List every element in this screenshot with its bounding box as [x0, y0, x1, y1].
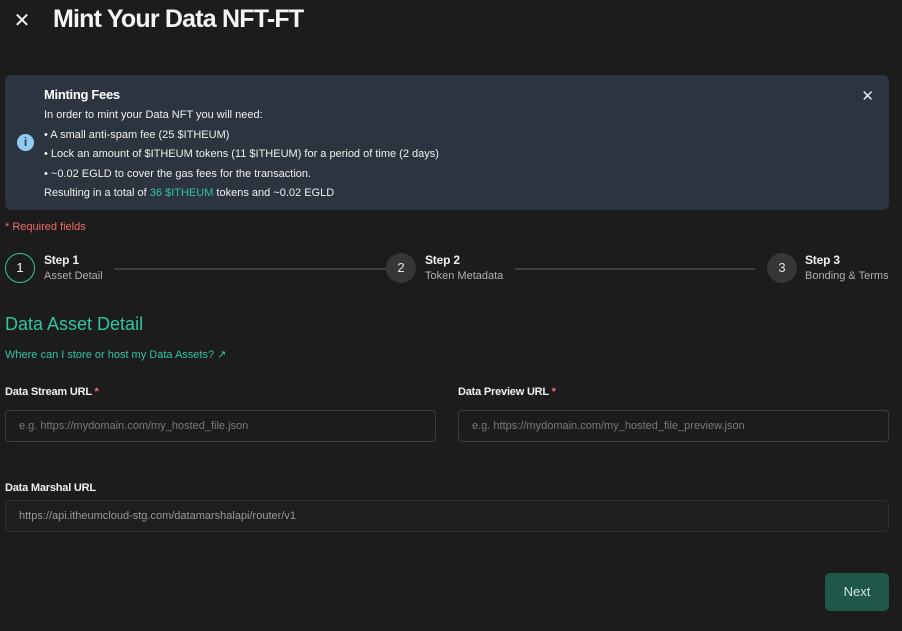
- step-3-description: Bonding & Terms: [805, 270, 889, 282]
- section-title: Data Asset Detail: [5, 314, 144, 334]
- step-2-description: Token Metadata: [425, 270, 504, 282]
- total-suffix: tokens and ~0.02 EGLD: [213, 187, 335, 199]
- info-icon: i: [17, 134, 34, 151]
- required-fields-note: * Required fields: [5, 221, 86, 233]
- step-1: Step 1 Asset Detail: [44, 253, 103, 282]
- step-1-description: Asset Detail: [44, 270, 103, 282]
- step-2-indicator[interactable]: 2: [386, 253, 416, 283]
- minting-fees-intro: In order to mint your Data NFT you will …: [44, 109, 263, 121]
- minting-fees-bullet: • A small anti-spam fee (25 $ITHEUM): [44, 128, 230, 141]
- data-preview-url-label-text: Data Preview URL: [458, 386, 549, 398]
- minting-fees-total: Resulting in a total of 36 $ITHEUM token…: [44, 184, 439, 204]
- next-button[interactable]: Next: [825, 573, 889, 611]
- page-title: Mint Your Data NFT-FT: [53, 5, 304, 33]
- step-1-title: Step 1: [44, 253, 79, 267]
- step-3-indicator[interactable]: 3: [767, 253, 797, 283]
- data-preview-url-input[interactable]: [458, 410, 889, 442]
- external-link-icon: ↗: [217, 349, 227, 361]
- step-2-title: Step 2: [425, 253, 460, 267]
- data-stream-url-input[interactable]: [5, 410, 436, 442]
- minting-fees-bullet: • Lock an amount of $ITHEUM tokens (11 $…: [44, 148, 439, 160]
- minting-fees-content: Minting Fees In order to mint your Data …: [44, 87, 439, 204]
- data-stream-url-label: Data Stream URL *: [5, 386, 99, 398]
- step-connector: [114, 268, 386, 270]
- step-connector: [515, 268, 755, 270]
- total-prefix: Resulting in a total of: [44, 187, 150, 199]
- data-marshal-url-input[interactable]: [5, 500, 889, 532]
- data-stream-url-label-text: Data Stream URL: [5, 386, 92, 398]
- step-3: Step 3 Bonding & Terms: [805, 253, 889, 282]
- storage-help-link[interactable]: Where can I store or host my Data Assets…: [5, 348, 226, 361]
- required-star: *: [94, 386, 99, 398]
- required-star: *: [551, 386, 556, 398]
- minting-fees-alert: i Minting Fees In order to mint your Dat…: [5, 75, 889, 210]
- step-1-indicator[interactable]: 1: [5, 253, 35, 283]
- storage-help-link-text[interactable]: Where can I store or host my Data Assets…: [5, 349, 214, 361]
- data-preview-url-label: Data Preview URL *: [458, 386, 556, 398]
- step-2: Step 2 Token Metadata: [425, 253, 503, 282]
- step-3-title: Step 3: [805, 253, 840, 267]
- minting-fees-bullet: • ~0.02 EGLD to cover the gas fees for t…: [44, 167, 312, 180]
- data-marshal-url-label: Data Marshal URL: [5, 482, 96, 494]
- close-alert-icon[interactable]: ✕: [861, 87, 874, 105]
- total-itheum-amount: 36 $ITHEUM: [149, 187, 214, 199]
- close-modal-icon[interactable]: ✕: [12, 11, 32, 31]
- stepper: 1 Step 1 Asset Detail 2 Step 2 Token Met…: [5, 253, 889, 287]
- minting-fees-heading: Minting Fees: [44, 87, 120, 102]
